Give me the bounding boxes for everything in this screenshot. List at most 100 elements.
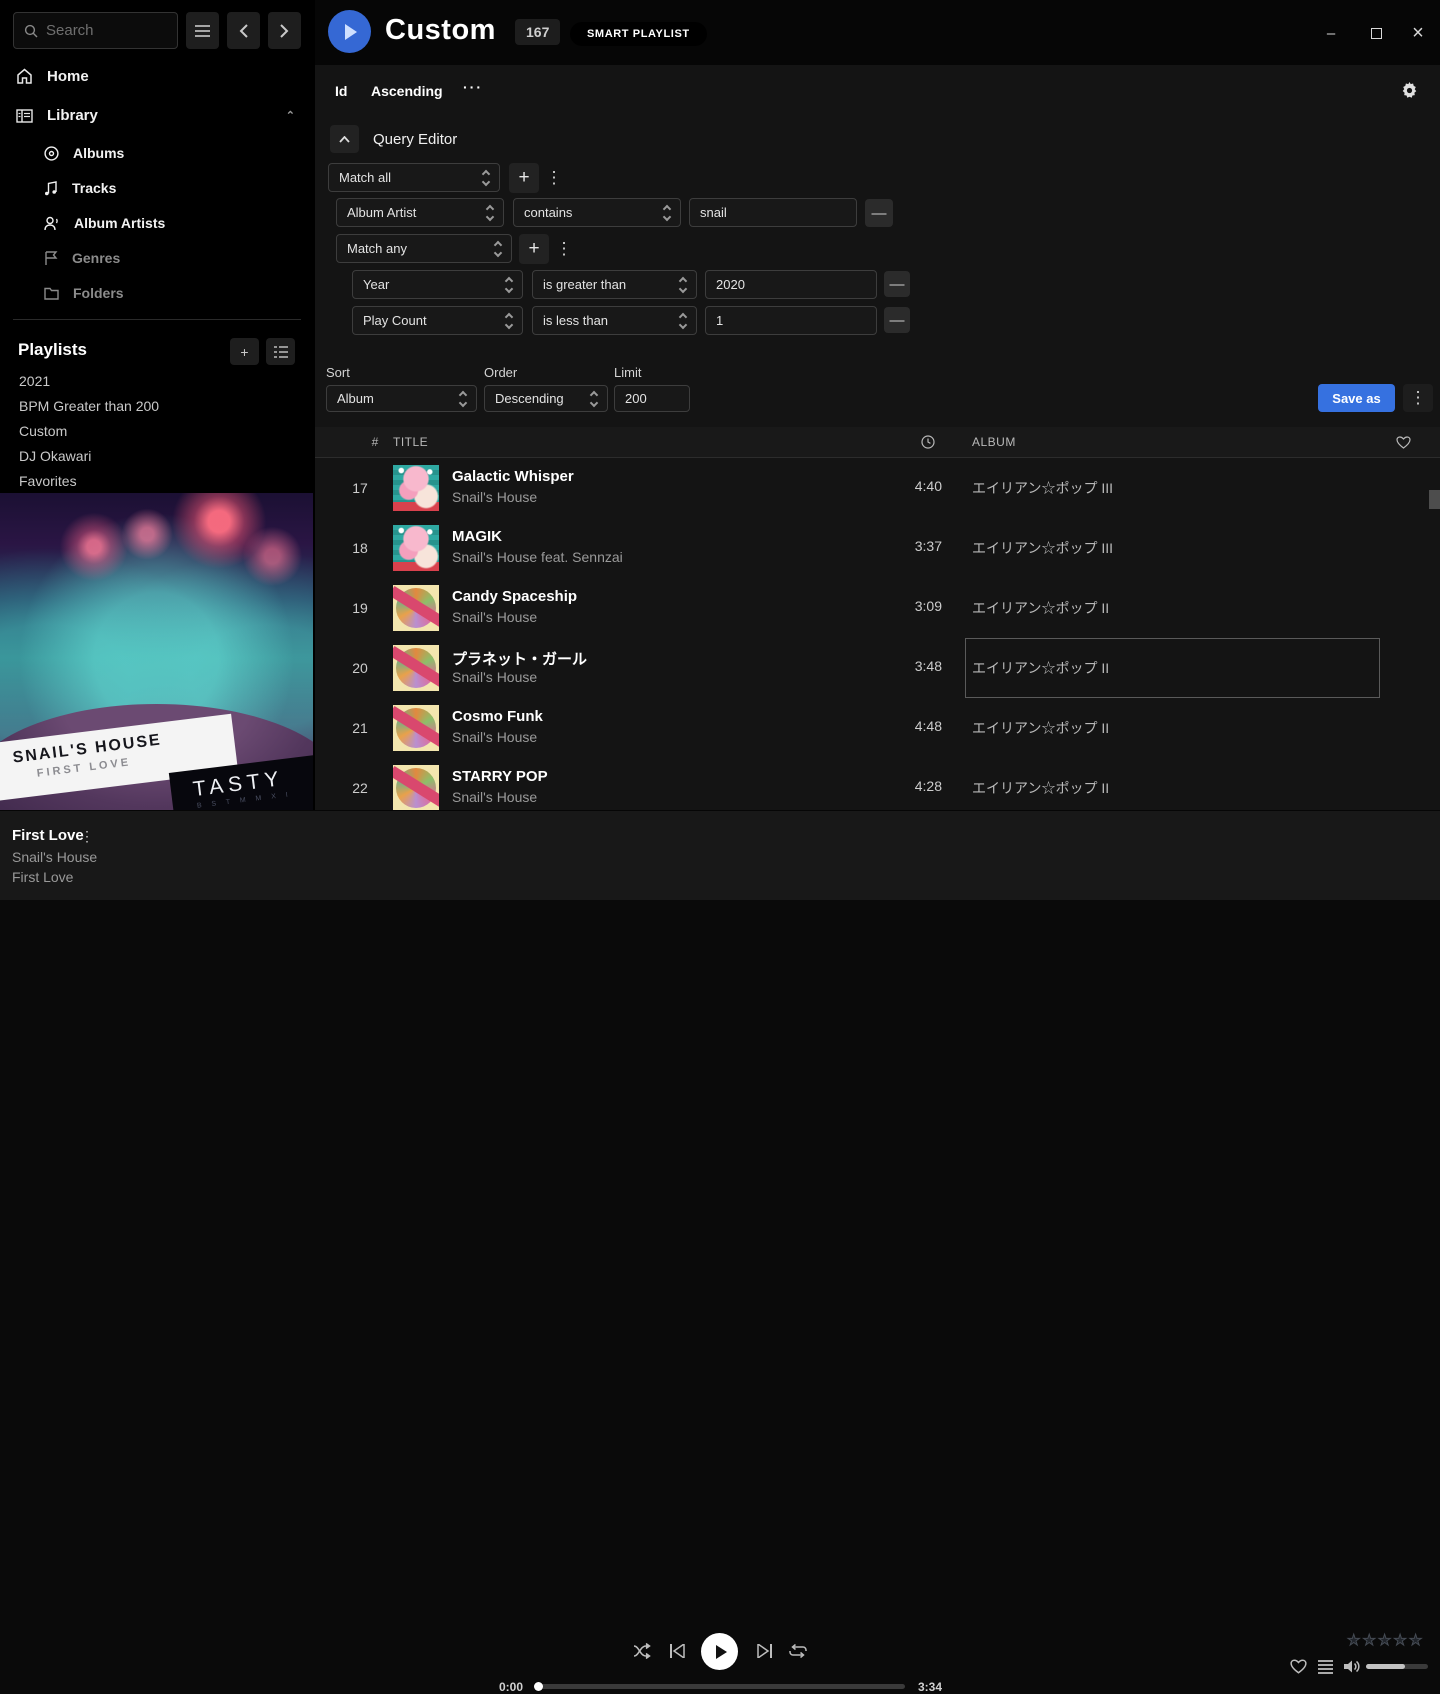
track-artist[interactable]: Snail's House: [452, 729, 537, 745]
repeat-button[interactable]: [789, 1644, 807, 1658]
track-row[interactable]: 21Cosmo FunkSnail's House4:48エイリアン☆ポップ I…: [315, 698, 1440, 758]
rating-stars[interactable]: ★★★★★: [1347, 1631, 1422, 1649]
playlist-list-button[interactable]: [266, 338, 295, 365]
remove-rule2-button[interactable]: —: [884, 271, 910, 297]
save-options-button[interactable]: ⋮: [1403, 384, 1433, 412]
order-select[interactable]: Descending: [484, 385, 608, 412]
track-row[interactable]: 20プラネット・ガールSnail's House3:48エイリアン☆ポップ II: [315, 638, 1440, 698]
track-album[interactable]: エイリアン☆ポップ III: [972, 538, 1113, 558]
nav-back-button[interactable]: [227, 12, 260, 49]
now-playing-artist[interactable]: Snail's House: [12, 849, 97, 865]
track-title[interactable]: Cosmo Funk: [452, 708, 543, 725]
track-album[interactable]: エイリアン☆ポップ II: [972, 718, 1109, 738]
track-album[interactable]: エイリアン☆ポップ II: [972, 598, 1109, 618]
previous-button[interactable]: [670, 1644, 685, 1658]
duration-clock-icon[interactable]: [921, 435, 935, 449]
favorite-heart-icon[interactable]: [1396, 436, 1411, 449]
sidebar-item-albums[interactable]: Albums: [0, 140, 315, 166]
track-title[interactable]: MAGIK: [452, 528, 502, 545]
track-artist[interactable]: Snail's House: [452, 489, 537, 505]
rule2-operator-select[interactable]: is greater than: [532, 270, 697, 299]
rule1-value-input[interactable]: snail: [689, 198, 857, 227]
track-title[interactable]: Galactic Whisper: [452, 468, 574, 485]
collapse-chevron-icon[interactable]: ⌃: [286, 109, 295, 122]
group-options-button[interactable]: ⋮: [545, 165, 563, 191]
track-artist[interactable]: Snail's House feat. Sennzai: [452, 549, 623, 565]
now-playing-options-button[interactable]: ⋮: [80, 828, 94, 845]
track-album[interactable]: エイリアン☆ポップ II: [972, 778, 1109, 798]
sidebar-item-genres[interactable]: Genres: [0, 245, 315, 271]
playlist-item[interactable]: Custom: [19, 423, 67, 439]
rule1-field-select[interactable]: Album Artist: [336, 198, 504, 227]
sidebar-item-home[interactable]: Home: [0, 62, 315, 90]
menu-button[interactable]: [186, 12, 219, 49]
track-album[interactable]: エイリアン☆ポップ III: [972, 478, 1113, 498]
favorite-button[interactable]: [1290, 1659, 1307, 1674]
playlist-item[interactable]: DJ Okawari: [19, 448, 91, 464]
add-playlist-button[interactable]: +: [230, 338, 259, 365]
play-pause-button[interactable]: [701, 1633, 738, 1670]
track-artist[interactable]: Snail's House: [452, 609, 537, 625]
track-artist[interactable]: Snail's House: [452, 789, 537, 805]
sort-field-button[interactable]: Id: [335, 83, 347, 99]
more-options-button[interactable]: ···: [463, 79, 483, 95]
save-as-button[interactable]: Save as: [1318, 384, 1395, 412]
settings-button[interactable]: [1401, 82, 1418, 99]
seek-handle[interactable]: [534, 1682, 543, 1691]
add-subrule-button[interactable]: +: [519, 234, 549, 264]
shuffle-button[interactable]: [633, 1643, 652, 1659]
rule3-value-input[interactable]: 1: [705, 306, 877, 335]
match-all-select[interactable]: Match all: [328, 163, 500, 192]
queue-button[interactable]: [1318, 1659, 1333, 1674]
track-artist[interactable]: Snail's House: [452, 669, 537, 685]
now-playing-title[interactable]: First Love: [12, 827, 84, 844]
col-title[interactable]: TITLE: [393, 435, 428, 449]
play-playlist-button[interactable]: [328, 10, 371, 53]
sort-order-button[interactable]: Ascending: [371, 83, 443, 99]
playlist-item[interactable]: 2021: [19, 373, 50, 389]
star-icon[interactable]: ★: [1362, 1631, 1375, 1649]
star-icon[interactable]: ★: [1393, 1631, 1406, 1649]
track-row[interactable]: 19Candy SpaceshipSnail's House3:09エイリアン☆…: [315, 578, 1440, 638]
sort-select[interactable]: Album: [326, 385, 477, 412]
rule3-field-select[interactable]: Play Count: [352, 306, 523, 335]
subgroup-options-button[interactable]: ⋮: [555, 236, 573, 262]
sidebar-item-library[interactable]: Library ⌃: [0, 101, 315, 129]
star-icon[interactable]: ★: [1409, 1631, 1422, 1649]
sidebar-item-album-artists[interactable]: Album Artists: [0, 210, 315, 236]
now-playing-album-art[interactable]: SNAIL'S HOUSE FIRST LOVE TASTY B S T M M…: [0, 493, 313, 810]
maximize-button[interactable]: [1358, 22, 1394, 44]
track-title[interactable]: STARRY POP: [452, 768, 548, 785]
match-any-select[interactable]: Match any: [336, 234, 512, 263]
remove-rule1-button[interactable]: —: [865, 199, 893, 227]
volume-slider[interactable]: [1366, 1664, 1428, 1669]
search-input[interactable]: Search: [13, 12, 178, 49]
collapse-query-editor-button[interactable]: [330, 125, 359, 153]
close-button[interactable]: ×: [1400, 22, 1436, 44]
sidebar-item-folders[interactable]: Folders: [0, 280, 315, 306]
add-rule-button[interactable]: +: [509, 163, 539, 193]
col-album[interactable]: ALBUM: [972, 435, 1016, 449]
now-playing-album[interactable]: First Love: [12, 869, 73, 885]
col-index[interactable]: #: [360, 435, 390, 449]
seek-bar[interactable]: [535, 1684, 905, 1689]
track-row[interactable]: 22STARRY POPSnail's House4:28エイリアン☆ポップ I…: [315, 758, 1440, 810]
volume-button[interactable]: [1344, 1659, 1361, 1674]
playlist-item[interactable]: Favorites: [19, 473, 77, 489]
playlist-item[interactable]: BPM Greater than 200: [19, 398, 159, 414]
tracklist-scrollbar[interactable]: [1429, 490, 1440, 509]
nav-forward-button[interactable]: [268, 12, 301, 49]
limit-input[interactable]: 200: [614, 385, 690, 412]
track-title[interactable]: Candy Spaceship: [452, 588, 577, 605]
rule2-field-select[interactable]: Year: [352, 270, 523, 299]
rule3-operator-select[interactable]: is less than: [532, 306, 697, 335]
sidebar-item-tracks[interactable]: Tracks: [0, 175, 315, 201]
remove-rule3-button[interactable]: —: [884, 307, 910, 333]
star-icon[interactable]: ★: [1347, 1631, 1360, 1649]
minimize-button[interactable]: –: [1313, 22, 1349, 44]
track-title[interactable]: プラネット・ガール: [452, 648, 587, 669]
next-button[interactable]: [757, 1644, 772, 1658]
star-icon[interactable]: ★: [1378, 1631, 1391, 1649]
track-row[interactable]: 18MAGIKSnail's House feat. Sennzai3:37エイ…: [315, 518, 1440, 578]
track-row[interactable]: 17Galactic WhisperSnail's House4:40エイリアン…: [315, 458, 1440, 518]
